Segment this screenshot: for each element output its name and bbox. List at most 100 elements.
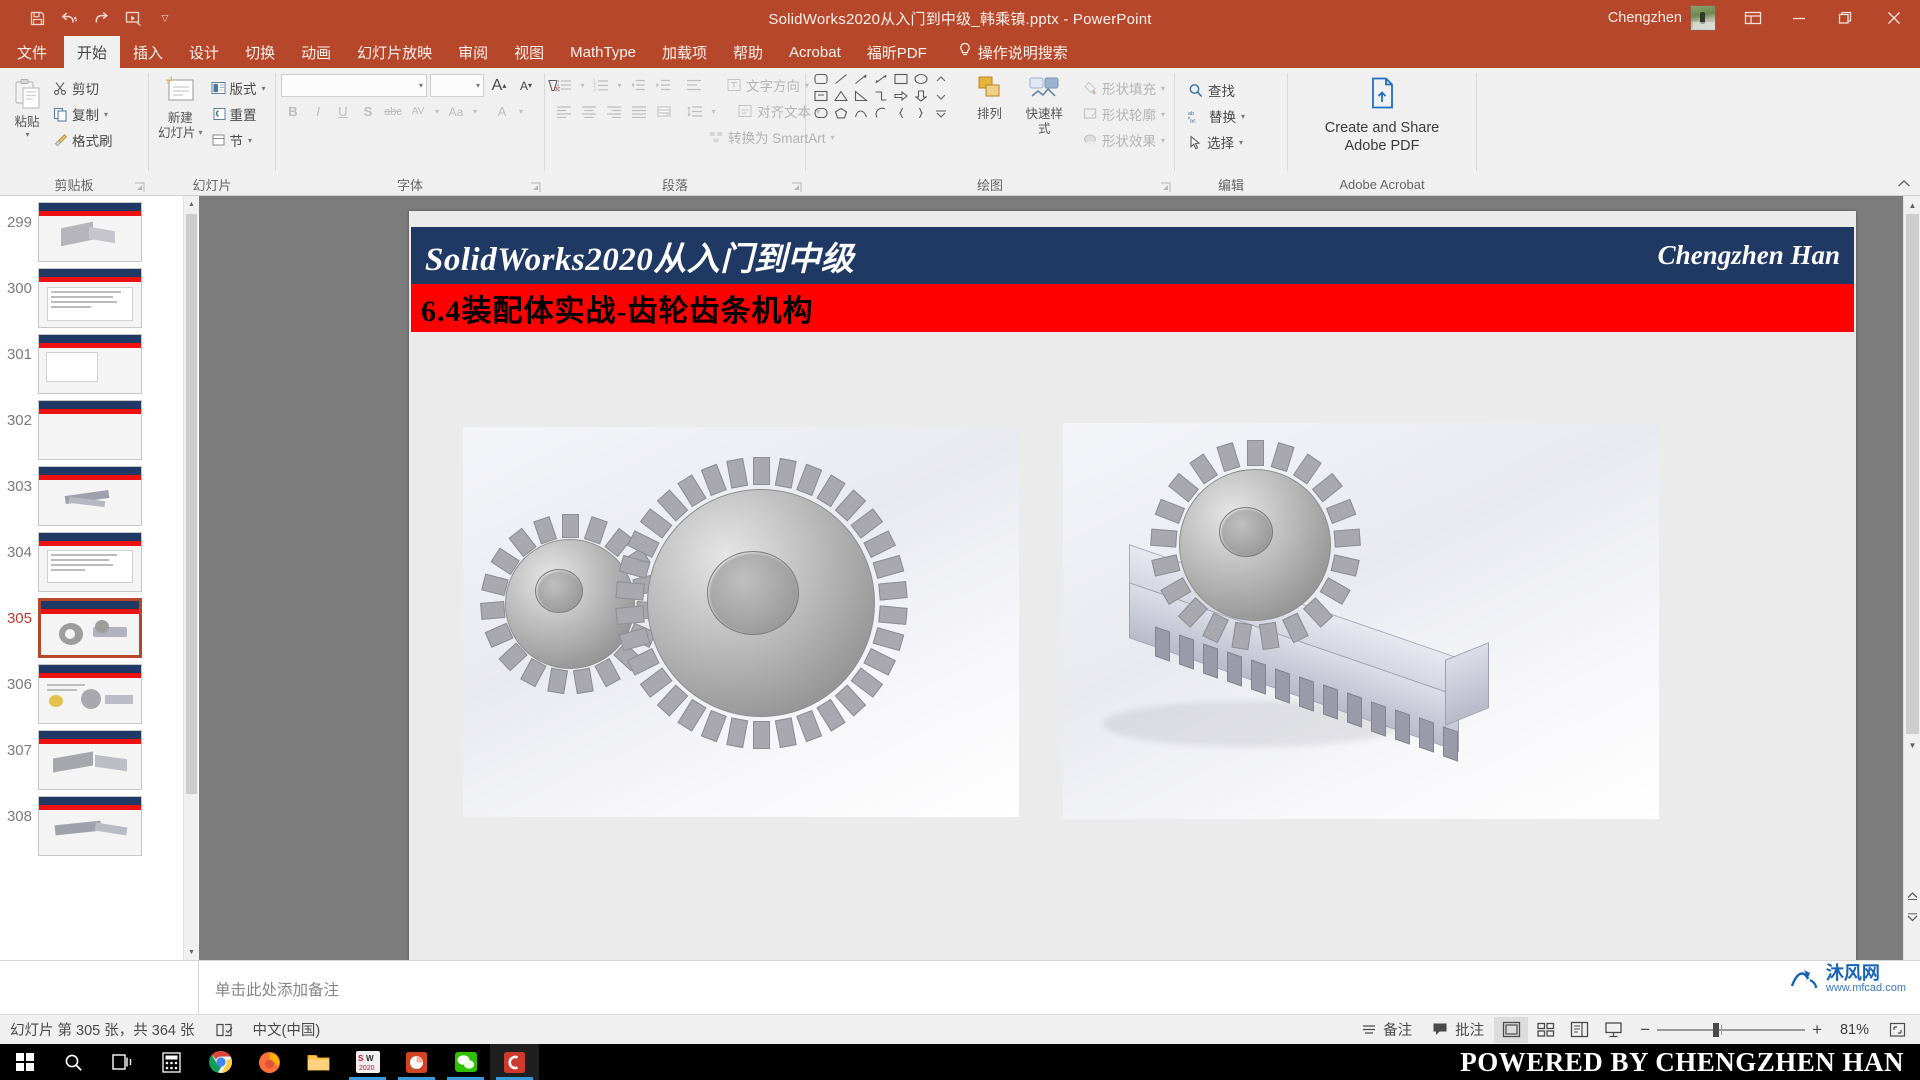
restore-icon[interactable]: [1822, 0, 1868, 36]
zoom-slider-handle[interactable]: [1713, 1022, 1720, 1037]
shape-right-brace-icon[interactable]: [914, 106, 928, 124]
bold-button[interactable]: B: [281, 100, 305, 123]
font-color-caret-icon[interactable]: ▾: [515, 100, 527, 123]
notes-pane[interactable]: 单击此处添加备注: [199, 960, 1920, 1014]
font-dialog-launcher[interactable]: [530, 180, 541, 192]
paste-button[interactable]: 粘贴 ▾: [5, 72, 49, 142]
shape-line-icon[interactable]: [834, 72, 848, 90]
layout-caret-icon[interactable]: ▾: [262, 84, 266, 93]
tab-review[interactable]: 审阅: [445, 36, 501, 68]
slide-thumbnail[interactable]: [38, 796, 142, 856]
slide-canvas[interactable]: [411, 337, 1854, 992]
underline-button[interactable]: U: [331, 100, 355, 123]
replace-button[interactable]: ab ac 替换 ▾: [1184, 103, 1249, 129]
avatar[interactable]: [1690, 5, 1716, 31]
list-item[interactable]: 304: [0, 526, 197, 592]
text-direction-small-icon[interactable]: [682, 74, 706, 97]
align-right-button[interactable]: [602, 100, 626, 123]
shape-outline-caret-icon[interactable]: ▾: [1161, 110, 1165, 119]
tab-transitions[interactable]: 切换: [232, 36, 288, 68]
slide-thumbnail[interactable]: [38, 664, 142, 724]
current-slide[interactable]: SolidWorks2020从入门到中级 Chengzhen Han 6.4装配…: [409, 211, 1856, 994]
font-size-combo[interactable]: ▾: [430, 74, 484, 97]
firefox-app[interactable]: [245, 1044, 294, 1080]
bullets-button[interactable]: [552, 74, 576, 97]
list-item[interactable]: 299: [0, 196, 197, 262]
section-caret-icon[interactable]: ▾: [248, 136, 252, 145]
shape-oval-icon[interactable]: [914, 72, 928, 90]
character-spacing-caret-icon[interactable]: ▾: [431, 100, 443, 123]
calculator-app[interactable]: [147, 1044, 196, 1080]
slide-thumbnail[interactable]: [38, 202, 142, 262]
language-indicator[interactable]: 中文(中国): [243, 1015, 331, 1045]
shape-rounded-rect-icon[interactable]: [814, 72, 828, 90]
shape-right-triangle-icon[interactable]: [854, 89, 869, 107]
tab-foxit-pdf[interactable]: 福昕PDF: [854, 36, 940, 68]
arrange-button[interactable]: 排列: [968, 72, 1012, 125]
character-spacing-button[interactable]: AV: [406, 100, 430, 123]
select-caret-icon[interactable]: ▾: [1239, 138, 1243, 147]
minimize-icon[interactable]: [1776, 0, 1822, 36]
slide-thumbnail[interactable]: [38, 730, 142, 790]
shape-effects-button[interactable]: 形状效果 ▾: [1079, 127, 1169, 153]
list-item[interactable]: 302: [0, 394, 197, 460]
slide-editing-area[interactable]: SolidWorks2020从入门到中级 Chengzhen Han 6.4装配…: [199, 196, 1920, 994]
justify-button[interactable]: [627, 100, 651, 123]
fit-to-window-button[interactable]: [1879, 1015, 1920, 1045]
chrome-app[interactable]: [196, 1044, 245, 1080]
previous-slide-button[interactable]: [1904, 886, 1920, 904]
line-spacing-button[interactable]: [683, 100, 707, 123]
powerpoint-app[interactable]: [392, 1044, 441, 1080]
section-button[interactable]: 节 ▾: [207, 127, 270, 153]
ribbon-display-options-icon[interactable]: [1730, 0, 1776, 36]
numbering-button[interactable]: 123: [589, 74, 613, 97]
drawing-dialog-launcher[interactable]: [1160, 180, 1171, 192]
increase-font-size-button[interactable]: A ▴: [487, 74, 511, 97]
layout-button[interactable]: 版式 ▾: [207, 75, 270, 101]
file-explorer-app[interactable]: [294, 1044, 343, 1080]
tab-acrobat[interactable]: Acrobat: [776, 36, 854, 68]
slide-position-indicator[interactable]: 幻灯片 第 305 张，共 364 张: [0, 1015, 205, 1045]
shape-down-arrow-icon[interactable]: [914, 89, 928, 107]
quick-styles-button[interactable]: 快速样式: [1016, 72, 1073, 136]
list-item[interactable]: 307: [0, 724, 197, 790]
distribute-button[interactable]: [652, 100, 676, 123]
font-name-combo[interactable]: ▾: [281, 74, 427, 97]
list-item[interactable]: 308: [0, 790, 197, 856]
new-slide-caret-icon[interactable]: ▾: [199, 128, 203, 137]
cut-button[interactable]: 剪切: [49, 75, 117, 101]
tab-animations[interactable]: 动画: [288, 36, 344, 68]
search-button[interactable]: [49, 1044, 98, 1080]
shape-arc-icon[interactable]: [874, 106, 888, 124]
increase-indent-button[interactable]: [651, 74, 675, 97]
thumbpane-scroll-up-icon[interactable]: ▲: [184, 196, 199, 212]
slide-thumbnail[interactable]: [38, 532, 142, 592]
copy-button[interactable]: 复制 ▾: [49, 101, 117, 127]
zoom-slider[interactable]: [1657, 1022, 1806, 1037]
tab-insert[interactable]: 插入: [120, 36, 176, 68]
list-item[interactable]: 305: [0, 592, 197, 658]
shape-left-brace-icon[interactable]: [894, 106, 908, 124]
slide-scroll-up-icon[interactable]: ▲: [1904, 196, 1920, 214]
slide-thumbnail-selected[interactable]: [38, 598, 142, 658]
reset-button[interactable]: 重置: [207, 101, 270, 127]
select-button[interactable]: 选择 ▾: [1184, 129, 1249, 155]
shapes-scroll-up-icon[interactable]: [935, 72, 947, 90]
tab-home[interactable]: 开始: [64, 36, 121, 68]
list-item[interactable]: 306: [0, 658, 197, 724]
list-item[interactable]: 303: [0, 460, 197, 526]
zoom-control[interactable]: − + 81%: [1630, 1020, 1879, 1040]
notes-toggle-button[interactable]: 备注: [1351, 1015, 1422, 1045]
italic-button[interactable]: I: [306, 100, 330, 123]
task-view-button[interactable]: [98, 1044, 147, 1080]
zoom-percentage[interactable]: 81%: [1829, 1022, 1869, 1038]
thumbpane-scroll-down-icon[interactable]: ▼: [184, 944, 199, 960]
slide-thumbnail[interactable]: [38, 268, 142, 328]
close-icon[interactable]: [1868, 0, 1920, 36]
replace-caret-icon[interactable]: ▾: [1241, 112, 1245, 121]
tell-me-search[interactable]: 操作说明搜索: [940, 36, 1081, 68]
slide-thumbnail-pane[interactable]: 299 300 301 302 303 304 305 306 307 308: [0, 196, 198, 960]
shapes-scroll-down-icon[interactable]: [935, 89, 947, 107]
shape-outline-button[interactable]: 形状轮廓 ▾: [1079, 101, 1169, 127]
spell-check-status[interactable]: [205, 1015, 243, 1045]
